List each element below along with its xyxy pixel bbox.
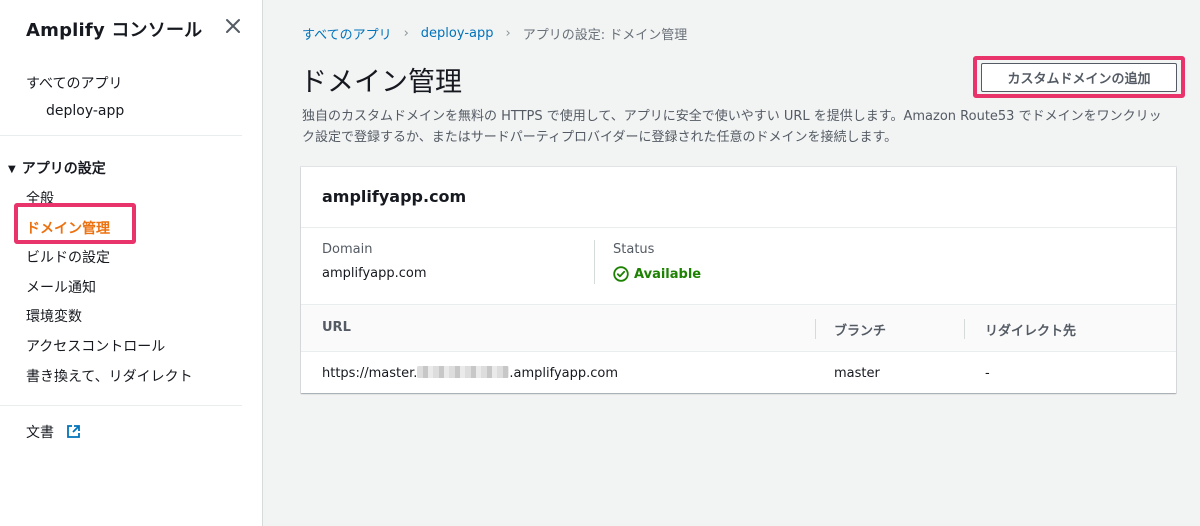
sidebar: Amplify コンソール すべてのアプリ deploy-app ▼ アプリの設定… — [0, 0, 263, 526]
sidebar-item-domain-management[interactable]: ドメイン管理 — [26, 218, 110, 238]
column-header-url[interactable]: URL — [322, 320, 351, 335]
sidebar-divider — [0, 405, 242, 406]
card-divider — [301, 227, 1176, 228]
sidebar-section-label: アプリの設定 — [21, 161, 106, 177]
sidebar-item-env-variables[interactable]: 環境変数 — [26, 306, 82, 326]
sidebar-section-app-settings[interactable]: ▼ アプリの設定 — [8, 158, 106, 178]
sidebar-docs-label: 文書 — [26, 425, 54, 441]
status-badge: Available — [613, 266, 701, 282]
add-custom-domain-button[interactable]: カスタムドメインの追加 — [981, 63, 1177, 92]
url-suffix: .amplifyapp.com — [509, 366, 619, 381]
chevron-right-icon: › — [403, 26, 409, 41]
url-prefix: https://master. — [322, 366, 418, 381]
sidebar-item-access-control[interactable]: アクセスコントロール — [26, 336, 165, 356]
column-divider — [964, 319, 965, 339]
close-icon[interactable] — [222, 15, 244, 37]
check-circle-icon — [613, 266, 629, 282]
sidebar-item-email-notifications[interactable]: メール通知 — [26, 277, 96, 297]
sidebar-item-app[interactable]: deploy-app — [46, 103, 124, 119]
external-link-icon — [67, 425, 81, 438]
sidebar-divider — [0, 135, 242, 136]
table-header: URL ブランチ リダイレクト先 — [301, 304, 1176, 352]
breadcrumb: すべてのアプリ › deploy-app › アプリの設定: ドメイン管理 — [302, 24, 687, 43]
redacted-app-id — [417, 366, 510, 378]
status-value: Available — [634, 266, 702, 282]
breadcrumb-app[interactable]: deploy-app — [421, 26, 494, 41]
sidebar-item-docs[interactable]: 文書 — [26, 422, 81, 442]
page-title: ドメイン管理 — [300, 67, 462, 98]
column-header-branch[interactable]: ブランチ — [834, 320, 886, 339]
status-label: Status — [613, 242, 655, 257]
domain-card: amplifyapp.com Domain amplifyapp.com Sta… — [301, 167, 1176, 393]
sidebar-item-rewrites-redirects[interactable]: 書き換えて、リダイレクト — [26, 366, 193, 386]
url-cell[interactable]: https://master. .amplifyapp.com — [322, 366, 618, 381]
column-header-redirect[interactable]: リダイレクト先 — [985, 320, 1076, 339]
redirect-cell: - — [985, 366, 990, 381]
branch-cell: master — [834, 366, 880, 381]
page-description: 独自のカスタムドメインを無料の HTTPS で使用して、アプリに安全で使いやすい… — [302, 109, 1162, 145]
domain-value: amplifyapp.com — [322, 266, 427, 281]
domain-card-title: amplifyapp.com — [322, 187, 467, 206]
chevron-right-icon: › — [505, 26, 511, 41]
kv-divider — [594, 240, 595, 284]
sidebar-item-all-apps[interactable]: すべてのアプリ — [26, 73, 122, 93]
sidebar-title: Amplify コンソール — [26, 20, 203, 41]
breadcrumb-current: アプリの設定: ドメイン管理 — [522, 28, 688, 43]
sidebar-item-build-settings[interactable]: ビルドの設定 — [26, 247, 110, 267]
column-divider — [815, 319, 816, 339]
breadcrumb-all-apps[interactable]: すべてのアプリ — [302, 24, 392, 43]
caret-down-icon: ▼ — [8, 164, 16, 175]
domain-label: Domain — [322, 242, 373, 257]
